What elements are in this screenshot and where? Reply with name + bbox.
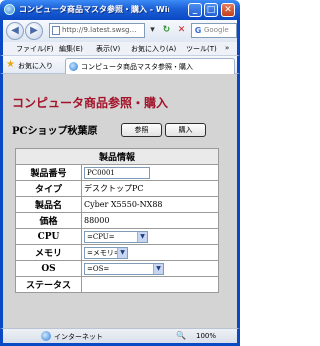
- menu-overflow-icon[interactable]: »: [225, 44, 229, 52]
- os-label: OS: [15, 260, 82, 277]
- page-content: コンピュータ商品参照・購入 PCショップ秋葉原 参照 購入 製品情報 製品番号 …: [0, 74, 240, 328]
- globe-icon: [41, 331, 51, 341]
- page-icon: [52, 26, 60, 35]
- forward-button[interactable]: ▶: [25, 22, 43, 40]
- os-select[interactable]: =OS= ▼: [84, 262, 164, 275]
- memory-select[interactable]: =メモリ= ▼: [84, 246, 128, 259]
- stop-icon[interactable]: ✕: [175, 24, 188, 37]
- cpu-select-value: =CPU=: [87, 232, 115, 241]
- status-label: ステータス: [15, 276, 82, 293]
- status-value: [81, 276, 219, 293]
- zoom-level[interactable]: 100%: [196, 332, 216, 340]
- favorites-star-icon[interactable]: ★: [6, 59, 15, 70]
- memory-select-value: =メモリ=: [87, 248, 120, 257]
- menu-edit[interactable]: 編集(E): [59, 44, 83, 54]
- window-title: コンピュータ商品マスタ参照・購入 - Windows Internet Expl…: [19, 5, 169, 14]
- address-text: http://9.latest.swsg…: [62, 26, 137, 34]
- chevron-down-icon[interactable]: ▼: [117, 247, 127, 258]
- page-heading: コンピュータ商品参照・購入: [12, 96, 169, 110]
- product-info-caption: 製品情報: [15, 148, 219, 165]
- menu-tools[interactable]: ツール(T): [186, 44, 217, 54]
- tab-bar: ★ お気に入り コンピュータ商品マスタ参照・購入: [0, 56, 240, 74]
- window-title-bar: コンピュータ商品マスタ参照・購入 - Windows Internet Expl…: [0, 0, 240, 20]
- address-bar[interactable]: http://9.latest.swsg…: [49, 23, 145, 38]
- navigation-bar: ◀ ▶ http://9.latest.swsg… ▾ ↻ ✕ G Google: [0, 20, 240, 42]
- cpu-label: CPU: [15, 228, 82, 245]
- price-value: 88000: [81, 212, 219, 229]
- price-label: 価格: [15, 212, 82, 229]
- tab-title: コンピュータ商品マスタ参照・購入: [81, 63, 193, 71]
- reference-button[interactable]: 参照: [121, 123, 162, 137]
- product-name-label: 製品名: [15, 196, 82, 213]
- menu-favorites[interactable]: お気に入り(A): [131, 44, 176, 54]
- chevron-down-icon[interactable]: ▼: [153, 263, 163, 274]
- close-button[interactable]: ✕: [221, 3, 235, 17]
- product-name-value: Cyber X5550-NX88: [81, 196, 219, 213]
- menu-view[interactable]: 表示(V): [96, 44, 120, 54]
- maximize-button[interactable]: □: [204, 3, 218, 17]
- product-id-label: 製品番号: [15, 164, 82, 181]
- product-info-table: 製品情報 製品番号 PC0001 タイプ デスクトップPC 製品名 Cyber …: [15, 148, 219, 293]
- zoom-icon[interactable]: 🔍: [176, 331, 186, 340]
- tab-page-icon: [69, 62, 78, 71]
- chevron-down-icon[interactable]: ▼: [137, 231, 147, 242]
- cpu-select[interactable]: =CPU= ▼: [84, 230, 148, 243]
- back-button[interactable]: ◀: [6, 22, 24, 40]
- status-bar: インターネット 🔍 100%: [0, 328, 240, 346]
- memory-label: メモリ: [15, 244, 82, 261]
- type-label: タイプ: [15, 180, 82, 197]
- minimize-button[interactable]: _: [188, 3, 202, 17]
- product-id-input[interactable]: PC0001: [84, 166, 150, 179]
- shop-name: PCショップ秋葉原: [12, 126, 98, 137]
- google-search-icon: G: [194, 26, 202, 35]
- active-tab[interactable]: コンピュータ商品マスタ参照・購入: [65, 58, 235, 74]
- address-dropdown-icon[interactable]: ▾: [146, 24, 159, 37]
- refresh-icon[interactable]: ↻: [160, 24, 173, 37]
- search-box[interactable]: G Google: [191, 23, 237, 38]
- menu-file[interactable]: ファイル(F): [16, 44, 54, 54]
- search-placeholder: Google: [204, 26, 229, 34]
- internet-explorer-icon: [4, 4, 15, 15]
- favorites-label[interactable]: お気に入り: [18, 61, 53, 71]
- type-value: デスクトップPC: [81, 180, 219, 197]
- os-select-value: =OS=: [87, 264, 110, 273]
- purchase-button[interactable]: 購入: [165, 123, 206, 137]
- security-zone-label: インターネット: [54, 333, 103, 341]
- menu-bar: ファイル(F) 編集(E) 表示(V) お気に入り(A) ツール(T) »: [0, 42, 240, 56]
